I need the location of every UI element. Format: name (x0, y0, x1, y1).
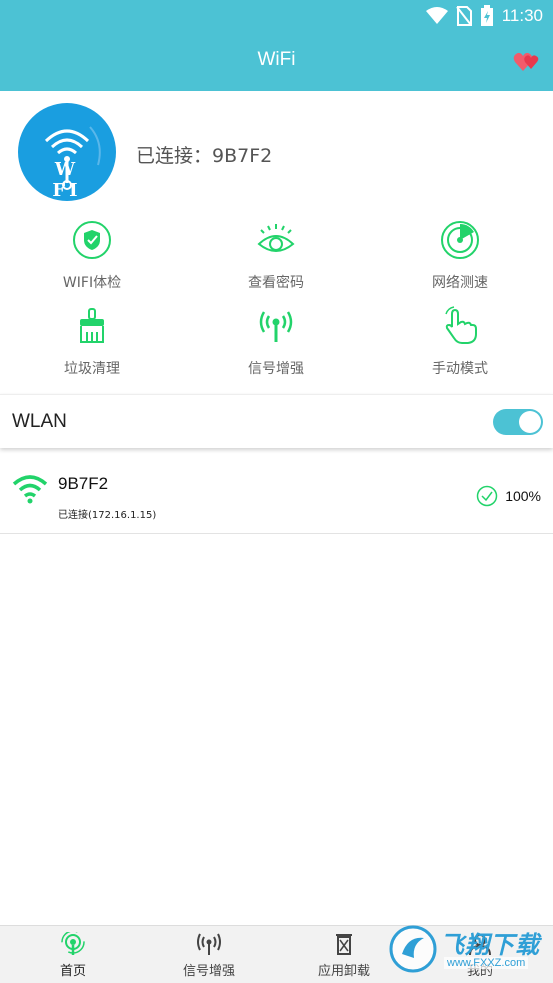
toggle-knob (519, 411, 541, 433)
wlan-bar: WLAN (0, 394, 553, 448)
no-sim-icon (455, 6, 472, 26)
feature-label: 查看密码 (248, 275, 304, 291)
watermark-logo: 飞翔下载 www.FXXZ.com (388, 921, 548, 977)
feature-speed-test[interactable]: 网络测速 (368, 216, 552, 298)
wifi-logo: W FI (18, 103, 116, 201)
network-list-item[interactable]: 9B7F2 已连接(172.16.1.15) 100% (0, 460, 553, 534)
watermark-badge-icon (389, 925, 437, 973)
status-bar: 11:30 (0, 0, 553, 32)
watermark-url: www.FXXZ.com (444, 957, 529, 969)
hearts-icon (513, 52, 539, 71)
antenna-icon (259, 311, 293, 342)
broom-icon (80, 308, 104, 343)
check-circle-icon (476, 485, 498, 507)
wifi-status-icon (425, 7, 448, 24)
feature-grid: WIFI体检 查看密码 网络测速 垃圾清理 信号增强 手动模式 (0, 216, 553, 386)
nav-label: 首页 (59, 964, 86, 979)
network-name: 9B7F2 (58, 474, 109, 493)
title-bar: WiFi (0, 32, 553, 91)
status-time: 11:30 (501, 6, 543, 25)
feature-label: 手动模式 (432, 361, 488, 377)
feature-label: WIFI体检 (62, 275, 122, 291)
feature-signal-boost[interactable]: 信号增强 (184, 302, 368, 384)
wlan-label: WLAN (12, 411, 67, 432)
status-icons: 11:30 (425, 4, 543, 28)
feature-view-password[interactable]: 查看密码 (184, 216, 368, 298)
network-status: 已连接(172.16.1.15) (58, 510, 157, 521)
nav-signal-boost[interactable]: 信号增强 (140, 926, 278, 983)
nav-home[interactable]: 首页 (4, 926, 142, 983)
shield-check-icon (73, 221, 111, 259)
home-antenna-icon (61, 932, 85, 955)
speed-test-icon (441, 221, 479, 259)
feature-junk-clean[interactable]: 垃圾清理 (0, 302, 184, 384)
wifi-signal-icon (12, 475, 48, 504)
uninstall-icon (336, 934, 352, 955)
feature-manual-mode[interactable]: 手动模式 (368, 302, 552, 384)
feature-label: 垃圾清理 (64, 361, 120, 377)
logo-text: W FI (52, 159, 82, 201)
connection-header: W FI 已连接：9B7F2 (0, 91, 553, 211)
feature-wifi-check[interactable]: WIFI体检 (0, 216, 184, 298)
signal-strength: 100% (505, 488, 541, 504)
connected-status: 已连接：9B7F2 (136, 145, 273, 167)
feature-label: 信号增强 (248, 361, 304, 377)
nav-label: 信号增强 (182, 964, 235, 979)
signal-antenna-icon (197, 933, 221, 955)
feature-label: 网络测速 (432, 275, 488, 291)
eye-icon (257, 224, 295, 252)
favorite-button[interactable] (513, 49, 541, 75)
hand-pointer-icon (445, 306, 477, 344)
battery-charging-icon (480, 5, 493, 26)
wlan-toggle[interactable] (493, 409, 543, 435)
watermark-text: 飞翔下载 (440, 931, 540, 959)
page-title: WiFi (257, 49, 296, 70)
